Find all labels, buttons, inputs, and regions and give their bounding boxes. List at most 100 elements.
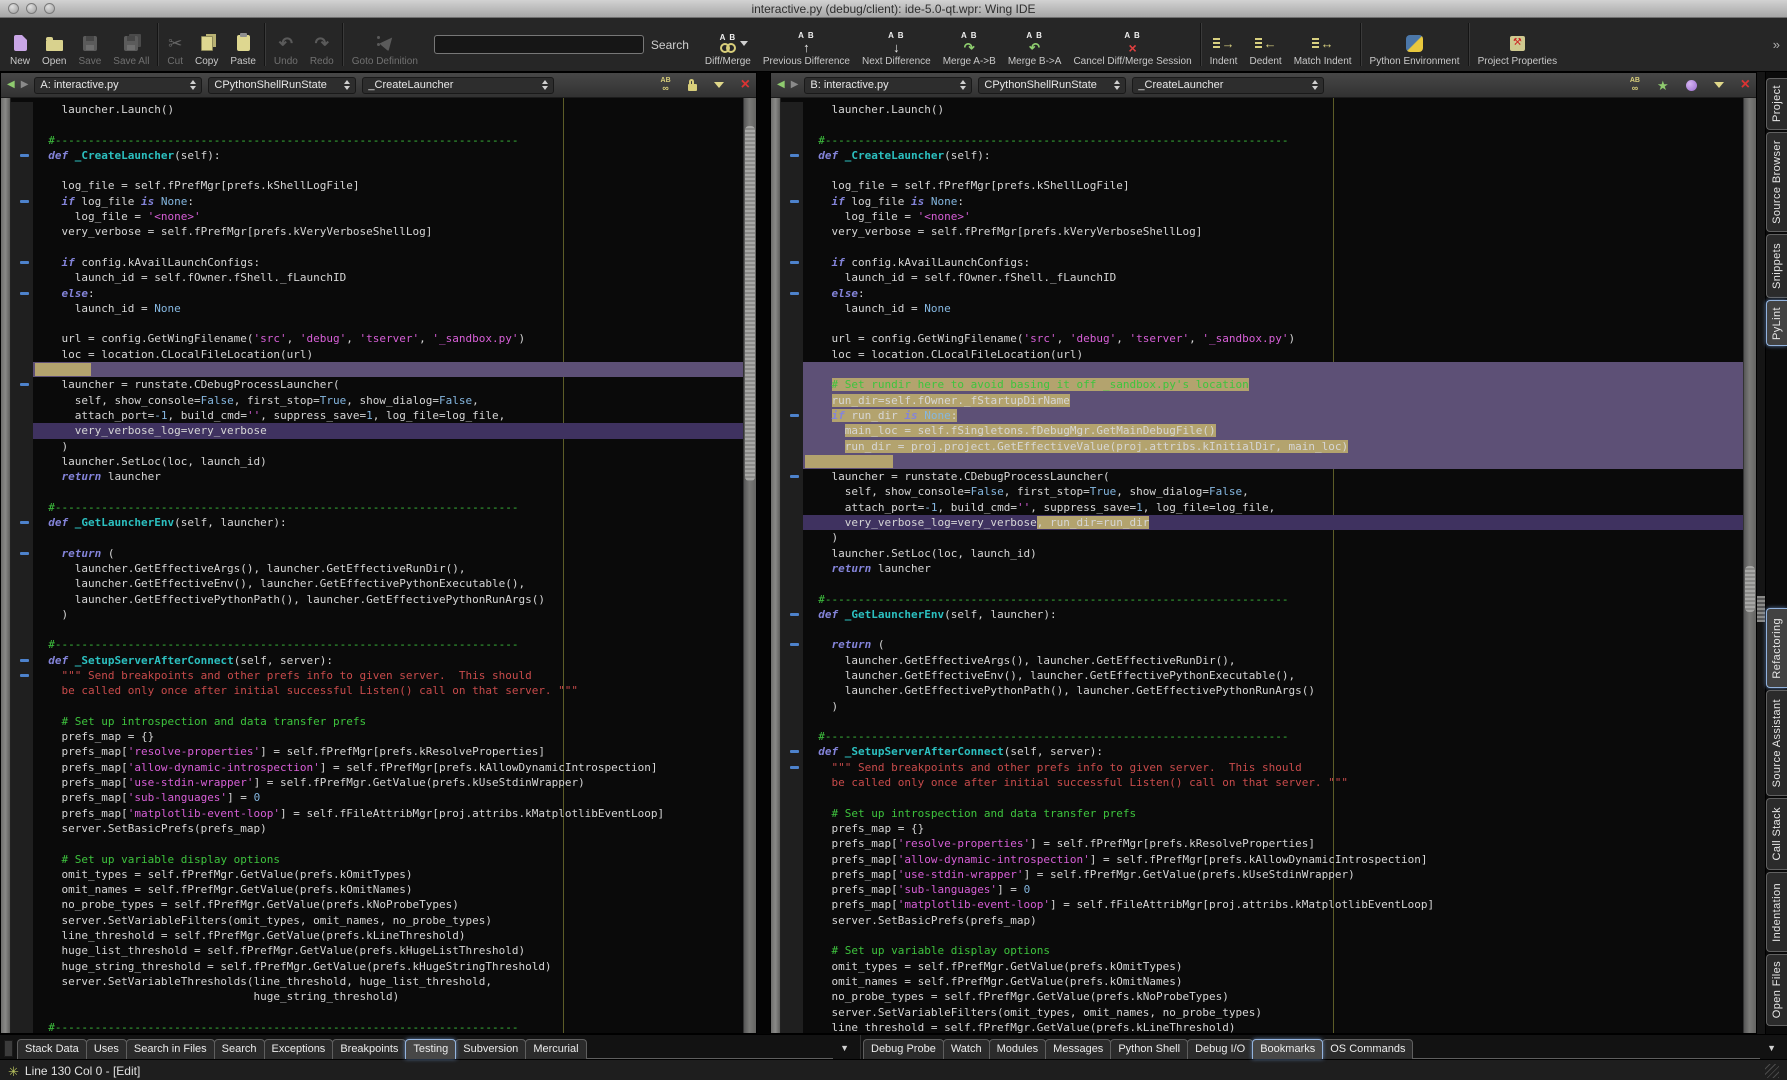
file-selector-dropdown[interactable]: B: interactive.py [804,77,972,94]
fold-marker[interactable] [781,744,803,759]
fold-marker[interactable] [11,546,33,561]
tab-list-dropdown-icon[interactable]: ▼ [833,1043,856,1053]
tab-mercurial[interactable]: Mercurial [525,1039,586,1059]
class-selector-dropdown[interactable]: CPythonShellRunState [978,77,1126,94]
chevron-down-icon[interactable] [1714,82,1724,88]
class-selector-dropdown[interactable]: CPythonShellRunState [208,77,356,94]
fold-marker[interactable] [781,148,803,163]
file-selector-dropdown[interactable]: A: interactive.py [34,77,202,94]
fold-marker[interactable] [781,637,803,652]
side-tab-source-assistant[interactable]: Source Assistant [1766,690,1787,796]
match-indent-button[interactable]: Match Indent [1288,18,1358,71]
save-all-button[interactable]: Save All [107,18,155,71]
paste-button[interactable]: Paste [224,18,262,71]
right-strip-scrollbar[interactable] [1757,72,1766,1034]
diff-merge-button[interactable]: A BDiff/Merge [699,18,757,71]
redo-button[interactable]: ↷Redo [304,18,340,71]
tab-modules[interactable]: Modules [989,1039,1047,1059]
fold-marker[interactable] [11,148,33,163]
indent-button[interactable]: Indent [1204,18,1244,71]
star-icon[interactable]: ★ [1657,79,1669,92]
fold-marker[interactable] [781,469,803,484]
side-tab-project[interactable]: Project [1766,78,1787,130]
tab-messages[interactable]: Messages [1045,1039,1111,1059]
copy-button[interactable]: Copy [189,18,224,71]
minimize-window-button[interactable] [26,3,37,14]
fold-marker[interactable] [11,377,33,392]
titlebar[interactable]: interactive.py (debug/client): ide-5.0-q… [0,0,1787,18]
previous-difference-button[interactable]: A B↑Previous Difference [757,18,856,71]
toolbar-overflow-chevron-icon[interactable]: » [1770,37,1783,52]
zoom-window-button[interactable] [44,3,55,14]
tab-list-dropdown-icon[interactable]: ▼ [1760,1043,1783,1053]
tab-testing[interactable]: Testing [405,1039,456,1059]
search-input[interactable] [434,35,644,54]
side-tab-snippets[interactable]: Snippets [1766,234,1787,298]
tab-exceptions[interactable]: Exceptions [264,1039,334,1059]
tab-stack-data[interactable]: Stack Data [17,1039,87,1059]
nav-forward-icon[interactable]: ▶ [791,80,799,90]
tab-bar-grip[interactable] [4,1040,13,1057]
debug-bug-icon[interactable]: ✳ [8,1065,19,1078]
tab-search[interactable]: Search [214,1039,265,1059]
tab-debug-i-o[interactable]: Debug I/O [1187,1039,1253,1059]
tab-watch[interactable]: Watch [943,1039,990,1059]
cut-button[interactable]: ✂Cut [161,18,189,71]
editor-b[interactable]: launcher.Launch() #---------------------… [771,98,1756,1033]
fold-marker[interactable] [781,760,803,775]
dedent-button[interactable]: Dedent [1243,18,1287,71]
new-button[interactable]: New [4,18,36,71]
ab-diff-icon[interactable] [661,77,671,93]
open-button[interactable]: Open [36,18,72,71]
fold-marker[interactable] [11,653,33,668]
tab-debug-probe[interactable]: Debug Probe [863,1039,944,1059]
symbol-selector-dropdown[interactable]: _CreateLauncher [362,77,554,94]
tab-search-in-files[interactable]: Search in Files [126,1039,215,1059]
fold-marker[interactable] [11,255,33,270]
fold-marker[interactable] [781,194,803,209]
chevron-down-icon[interactable] [714,82,724,88]
fold-marker[interactable] [11,515,33,530]
fold-marker[interactable] [781,607,803,622]
merge-b-to-a-button[interactable]: A B↶Merge B->A [1002,18,1068,71]
dropdown-caret-icon[interactable] [740,41,748,46]
scrollbar-thumb[interactable] [745,126,755,481]
python-environment-button[interactable]: Python Environment [1364,18,1466,71]
nav-forward-icon[interactable]: ▶ [21,80,29,90]
next-difference-button[interactable]: A B↓Next Difference [856,18,937,71]
nav-back-icon[interactable]: ◀ [7,80,15,90]
project-properties-button[interactable]: Project Properties [1472,18,1563,71]
nav-back-icon[interactable]: ◀ [777,80,785,90]
fold-marker[interactable] [781,408,803,423]
ab-diff-icon[interactable] [1630,77,1640,93]
tab-subversion[interactable]: Subversion [455,1039,526,1059]
side-tab-indentation[interactable]: Indentation [1766,872,1787,952]
fold-marker[interactable] [11,668,33,683]
flower-icon[interactable] [1686,80,1697,91]
lock-icon[interactable] [688,84,697,91]
save-button[interactable]: Save [72,18,107,71]
scrollbar-thumb[interactable] [1745,566,1755,613]
side-tab-refactoring[interactable]: Refactoring [1766,608,1787,688]
tab-bookmarks[interactable]: Bookmarks [1252,1039,1323,1059]
tab-python-shell[interactable]: Python Shell [1110,1039,1188,1059]
vertical-scrollbar[interactable] [1743,98,1756,1033]
symbol-selector-dropdown[interactable]: _CreateLauncher [1132,77,1324,94]
fold-marker[interactable] [11,286,33,301]
cancel-diff-merge-session-button[interactable]: A B×Cancel Diff/Merge Session [1067,18,1197,71]
tab-breakpoints[interactable]: Breakpoints [332,1039,406,1059]
fold-marker[interactable] [11,194,33,209]
side-tab-call-stack[interactable]: Call Stack [1766,798,1787,870]
close-icon[interactable]: × [1741,77,1750,93]
goto-definition-button[interactable]: Goto Definition [346,18,424,71]
close-icon[interactable]: × [741,77,750,93]
fold-marker[interactable] [781,286,803,301]
undo-button[interactable]: ↶Undo [268,18,304,71]
side-tab-source-browser[interactable]: Source Browser [1766,132,1787,232]
right-strip-scroll-thumb[interactable] [1757,596,1765,622]
editor-a[interactable]: launcher.Launch() #---------------------… [1,98,756,1033]
resize-grip[interactable] [1765,1064,1779,1078]
close-window-button[interactable] [8,3,19,14]
side-tab-pylint[interactable]: PyLint [1766,300,1787,346]
panel-divider[interactable] [757,72,770,1034]
